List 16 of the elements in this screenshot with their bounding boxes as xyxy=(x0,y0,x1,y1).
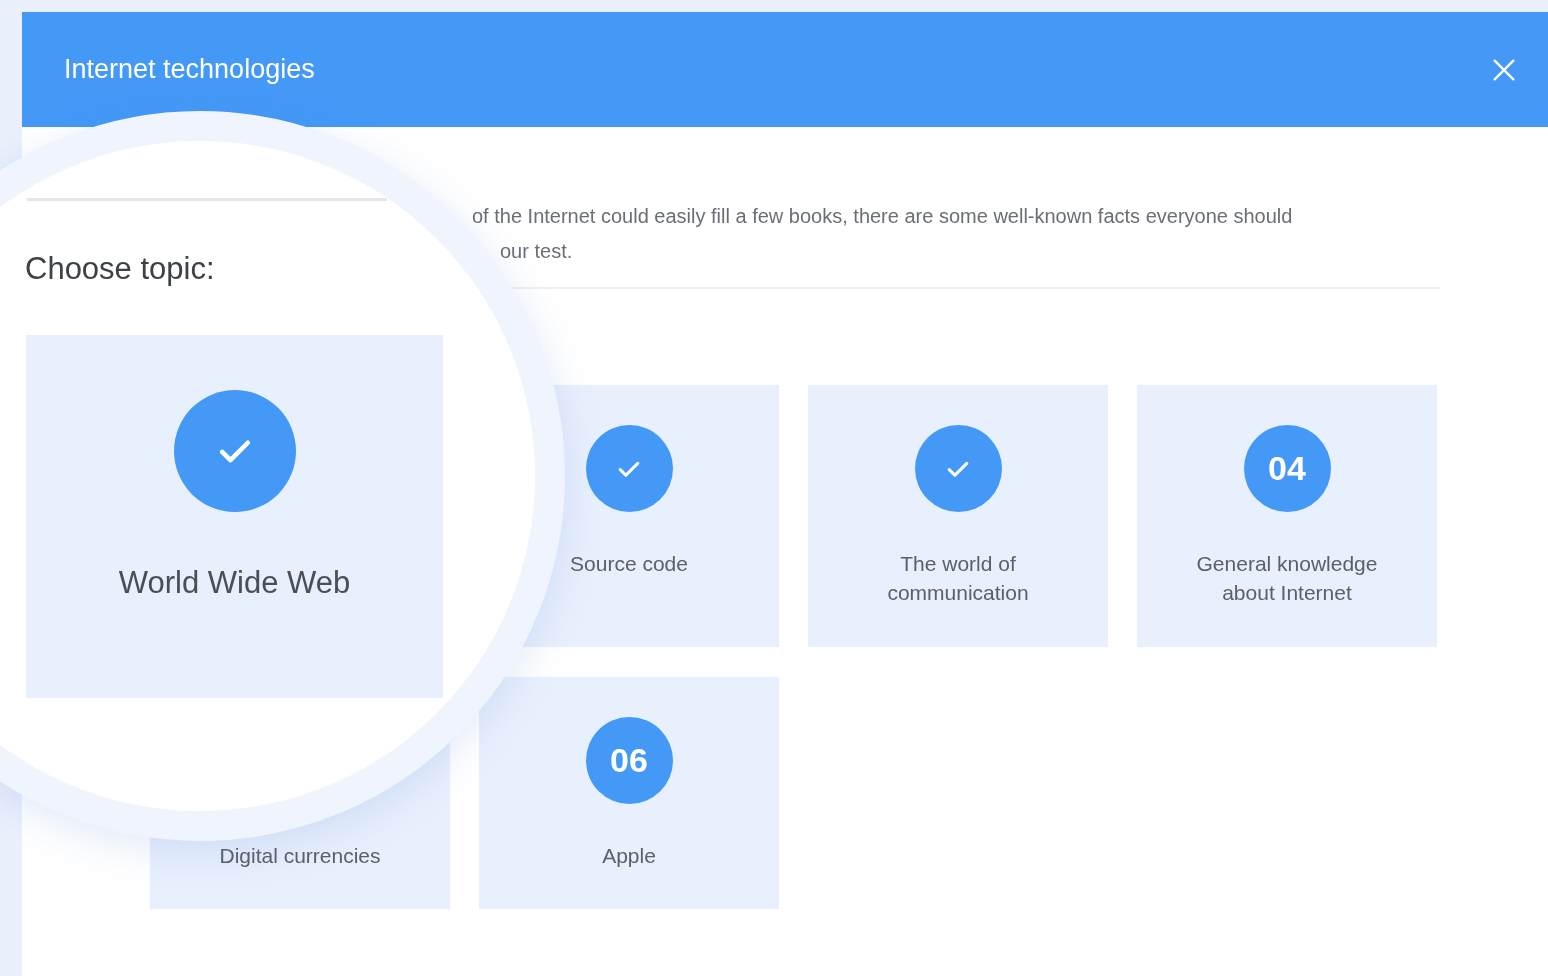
intro-text: of the Internet could easily fill a few books, there are some well-known facts everyone should xyxy=(472,204,1294,229)
dialog-title: Internet technologies xyxy=(64,53,315,87)
topic-label: The world of communication xyxy=(886,551,1030,606)
topic-label: Source code xyxy=(569,551,689,577)
number-badge: 04 xyxy=(1243,425,1331,512)
topic-label: General knowledge about Internet xyxy=(1195,551,1379,606)
topic-tile[interactable]: 06 Apple xyxy=(479,677,779,909)
number-badge: 06 xyxy=(585,717,673,804)
choose-topic-heading: Choose topic: xyxy=(25,250,215,288)
topic-tile[interactable]: World Wide Web xyxy=(26,335,443,698)
topic-label: Apple xyxy=(601,843,657,869)
topic-tile[interactable]: The world of communication xyxy=(808,385,1108,647)
intro-text: our test. xyxy=(500,239,574,264)
topic-label: Digital currencies xyxy=(218,843,382,869)
topic-label: World Wide Web xyxy=(118,564,351,602)
topic-tile[interactable]: 04 General knowledge about Internet xyxy=(1137,385,1437,647)
